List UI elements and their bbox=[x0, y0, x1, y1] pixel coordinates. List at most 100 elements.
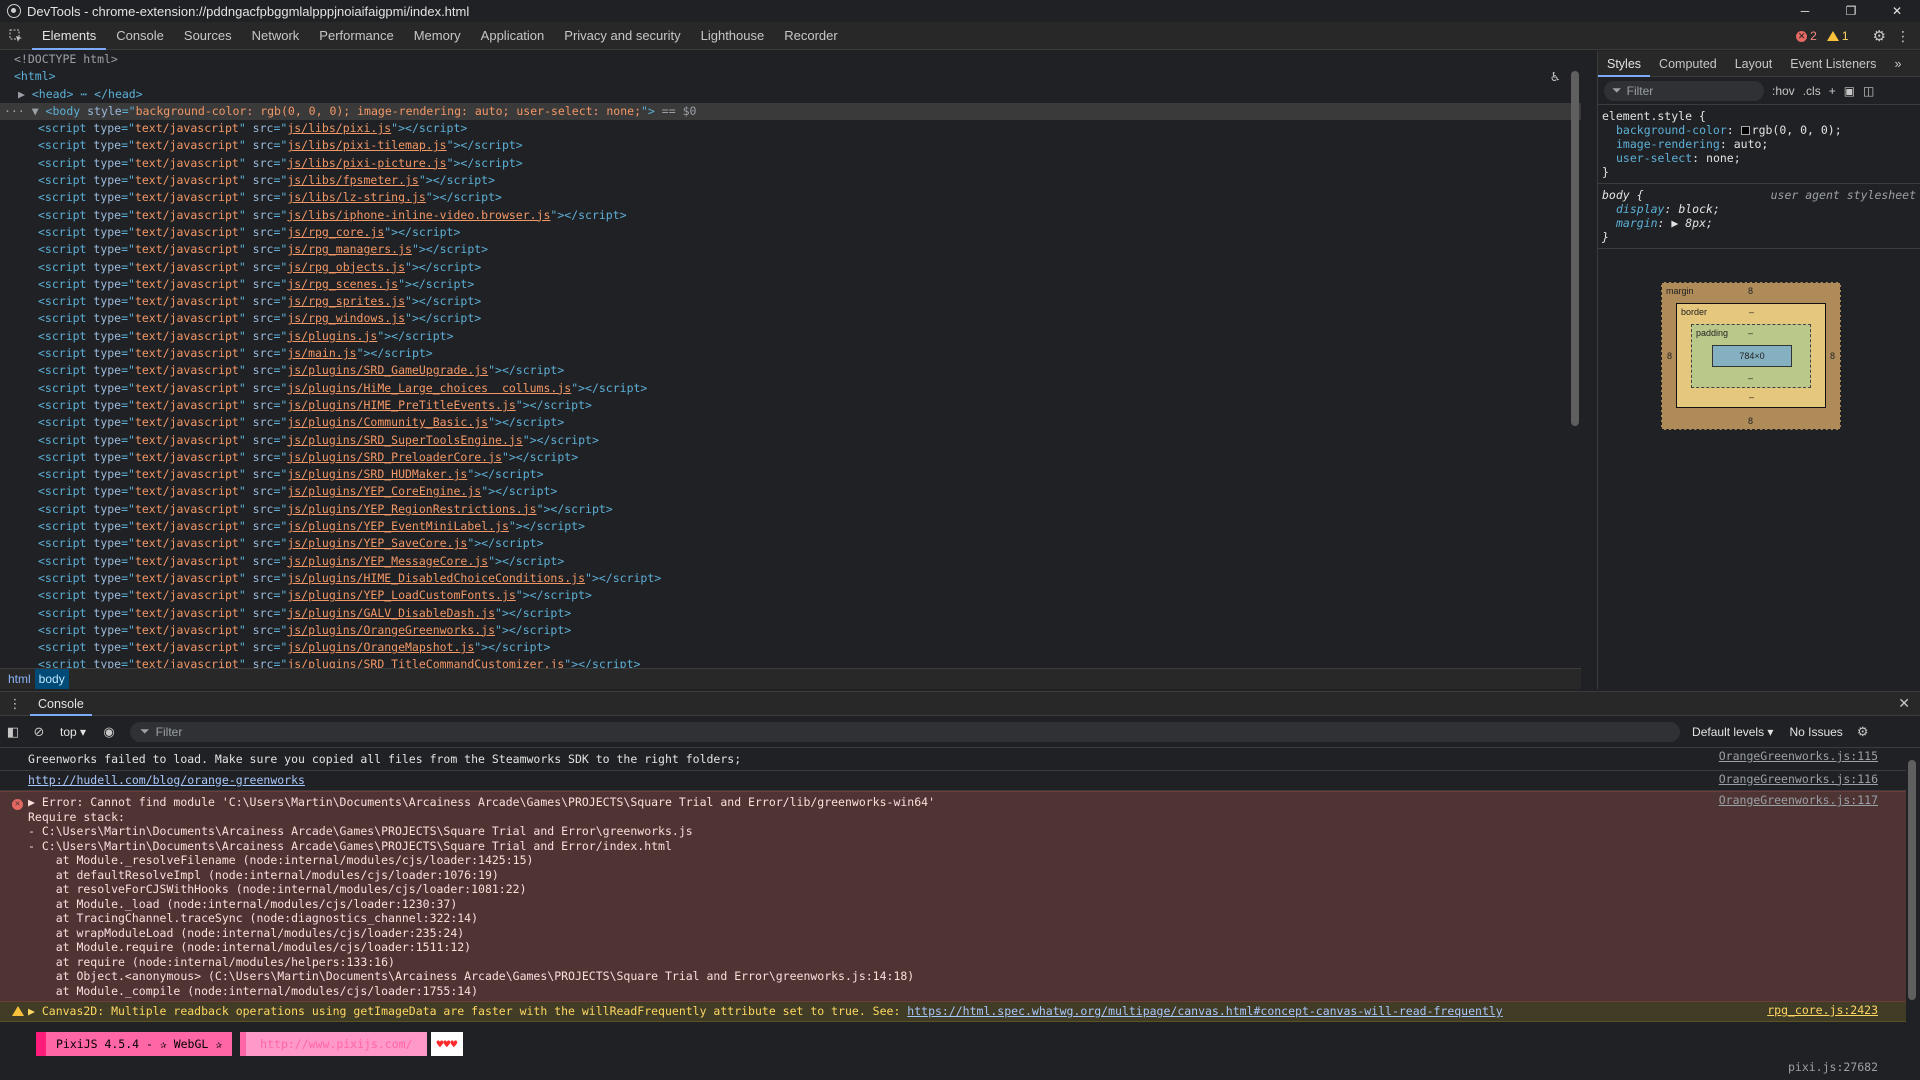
script-src-link[interactable]: js/libs/lz-string.js bbox=[287, 190, 425, 204]
script-node[interactable]: <script type="text/javascript" src="js/l… bbox=[0, 155, 1581, 172]
script-node[interactable]: <script type="text/javascript" src="js/p… bbox=[0, 466, 1581, 483]
paint-icon[interactable]: ▣ bbox=[1844, 84, 1855, 98]
html-node[interactable]: <html> bbox=[0, 68, 1581, 85]
margin-left-value[interactable]: 8 bbox=[1667, 351, 1672, 361]
console-filter-input[interactable]: ⏷ Filter bbox=[130, 721, 1681, 742]
accessibility-tree-icon[interactable]: ♿ bbox=[1551, 69, 1567, 85]
script-node[interactable]: <script type="text/javascript" src="js/p… bbox=[0, 535, 1581, 552]
minimize-button[interactable]: ─ bbox=[1782, 0, 1828, 22]
tab-event-listeners[interactable]: Event Listeners bbox=[1781, 51, 1885, 77]
cls-toggle[interactable]: .cls bbox=[1803, 84, 1821, 98]
doctype-node[interactable]: <!DOCTYPE html> bbox=[0, 51, 1581, 68]
script-node[interactable]: <script type="text/javascript" src="js/p… bbox=[0, 397, 1581, 414]
tab-elements[interactable]: Elements bbox=[32, 22, 107, 50]
margin-bottom-value[interactable]: 8 bbox=[1748, 416, 1753, 426]
style-property[interactable]: user-select: none; bbox=[1602, 151, 1916, 165]
live-expression-eye-icon[interactable]: ◉ bbox=[96, 724, 122, 740]
tab-layout[interactable]: Layout bbox=[1726, 51, 1782, 77]
script-src-link[interactable]: js/plugins/SRD_HUDMaker.js bbox=[287, 467, 467, 481]
console-settings-gear-icon[interactable]: ⚙ bbox=[1857, 724, 1869, 740]
script-src-link[interactable]: js/libs/pixi.js bbox=[287, 121, 391, 135]
message-source-link[interactable]: pixi.js:27682 bbox=[1788, 1060, 1878, 1074]
close-drawer-icon[interactable]: ✕ bbox=[1898, 695, 1910, 712]
border-bottom-value[interactable]: – bbox=[1749, 392, 1754, 402]
breadcrumb-body[interactable]: body bbox=[34, 669, 69, 689]
script-src-link[interactable]: js/plugins/HIME_DisabledChoiceConditions… bbox=[287, 571, 585, 585]
margin-top-value[interactable]: 8 bbox=[1748, 286, 1753, 296]
settings-gear-icon[interactable]: ⚙ bbox=[1873, 27, 1886, 45]
pixi-link[interactable]: http://www.pixijs.com/ bbox=[240, 1031, 427, 1056]
script-src-link[interactable]: js/plugins/YEP_EventMiniLabel.js bbox=[287, 519, 509, 533]
tab-computed[interactable]: Computed bbox=[1650, 51, 1726, 77]
head-node[interactable]: ▶ <head> ⋯ </head> bbox=[0, 86, 1581, 103]
script-src-link[interactable]: js/plugins/OrangeGreenworks.js bbox=[287, 623, 495, 637]
script-src-link[interactable]: js/rpg_windows.js bbox=[287, 311, 405, 325]
context-selector[interactable]: top ▾ bbox=[60, 725, 86, 739]
script-src-link[interactable]: js/libs/pixi-picture.js bbox=[287, 156, 446, 170]
tab-privacy-security[interactable]: Privacy and security bbox=[554, 22, 690, 50]
issues-button[interactable]: No Issues bbox=[1789, 725, 1842, 739]
tab-styles[interactable]: Styles bbox=[1598, 51, 1651, 77]
script-src-link[interactable]: js/rpg_scenes.js bbox=[287, 277, 398, 291]
tab-memory[interactable]: Memory bbox=[404, 22, 471, 50]
script-node[interactable]: <script type="text/javascript" src="js/m… bbox=[0, 345, 1581, 362]
script-node[interactable]: <script type="text/javascript" src="js/p… bbox=[0, 605, 1581, 622]
new-rule-button[interactable]: + bbox=[1829, 84, 1836, 98]
script-src-link[interactable]: js/libs/fpsmeter.js bbox=[287, 173, 419, 187]
script-src-link[interactable]: js/libs/iphone-inline-video.browser.js bbox=[287, 208, 550, 222]
script-src-link[interactable]: js/plugins/GALV_DisableDash.js bbox=[287, 606, 495, 620]
script-src-link[interactable]: js/plugins/YEP_CoreEngine.js bbox=[287, 484, 481, 498]
style-property[interactable]: margin: ▶ 8px; bbox=[1602, 216, 1916, 230]
hudell-link[interactable]: http://hudell.com/blog/orange-greenworks bbox=[28, 773, 305, 787]
script-node[interactable]: <script type="text/javascript" src="js/r… bbox=[0, 224, 1581, 241]
tab-sources[interactable]: Sources bbox=[174, 22, 242, 50]
style-property[interactable]: image-rendering: auto; bbox=[1602, 137, 1916, 151]
script-node[interactable]: <script type="text/javascript" src="js/p… bbox=[0, 639, 1581, 656]
script-node[interactable]: <script type="text/javascript" src="js/r… bbox=[0, 310, 1581, 327]
script-node[interactable]: <script type="text/javascript" src="js/p… bbox=[0, 587, 1581, 604]
log-levels-dropdown[interactable]: Default levels ▾ bbox=[1692, 725, 1773, 739]
message-source-link[interactable]: OrangeGreenworks.js:116 bbox=[1719, 772, 1878, 786]
warning-count-badge[interactable]: 1 bbox=[1826, 29, 1849, 43]
script-src-link[interactable]: js/plugins/YEP_SaveCore.js bbox=[287, 536, 467, 550]
error-count-badge[interactable]: ✕ 2 bbox=[1796, 29, 1817, 43]
body-node[interactable]: ··· ▼ <body style="background-color: rgb… bbox=[0, 102, 1581, 121]
more-tabs-icon[interactable]: » bbox=[1885, 51, 1910, 77]
tab-performance[interactable]: Performance bbox=[309, 22, 403, 50]
box-model-content[interactable]: 784×0 bbox=[1712, 345, 1792, 367]
script-src-link[interactable]: js/plugins/HiMe_Large_choices collums.js bbox=[287, 381, 571, 395]
margin-right-value[interactable]: 8 bbox=[1830, 351, 1835, 361]
tab-recorder[interactable]: Recorder bbox=[774, 22, 847, 50]
script-node[interactable]: <script type="text/javascript" src="js/p… bbox=[0, 328, 1581, 345]
color-swatch-icon[interactable] bbox=[1740, 126, 1750, 135]
script-src-link[interactable]: js/plugins/YEP_MessageCore.js bbox=[287, 554, 488, 568]
script-src-link[interactable]: js/main.js bbox=[287, 346, 356, 360]
script-node[interactable]: <script type="text/javascript" src="js/l… bbox=[0, 120, 1581, 137]
hov-toggle[interactable]: :hov bbox=[1772, 84, 1795, 98]
message-source-link[interactable]: OrangeGreenworks.js:117 bbox=[1719, 793, 1878, 807]
drawer-menu-icon[interactable]: ⋮ bbox=[0, 696, 30, 712]
script-node[interactable]: <script type="text/javascript" src="js/l… bbox=[0, 207, 1581, 224]
script-node[interactable]: <script type="text/javascript" src="js/p… bbox=[0, 656, 1581, 668]
script-src-link[interactable]: js/plugins/YEP_RegionRestrictions.js bbox=[287, 502, 536, 516]
tab-application[interactable]: Application bbox=[471, 22, 555, 50]
clear-console-icon[interactable]: ⊘ bbox=[26, 724, 52, 740]
padding-bottom-value[interactable]: – bbox=[1748, 373, 1753, 383]
script-node[interactable]: <script type="text/javascript" src="js/r… bbox=[0, 241, 1581, 258]
breadcrumb-html[interactable]: html bbox=[4, 669, 35, 689]
script-node[interactable]: <script type="text/javascript" src="js/p… bbox=[0, 362, 1581, 379]
style-property[interactable]: display: block; bbox=[1602, 202, 1916, 216]
script-node[interactable]: <script type="text/javascript" src="js/r… bbox=[0, 259, 1581, 276]
script-src-link[interactable]: js/rpg_sprites.js bbox=[287, 294, 405, 308]
sidebar-toggle-icon[interactable]: ◧ bbox=[0, 724, 26, 740]
script-src-link[interactable]: js/plugins/HIME_PreTitleEvents.js bbox=[287, 398, 515, 412]
tab-network[interactable]: Network bbox=[242, 22, 310, 50]
message-source-link[interactable]: rpg_core.js:2423 bbox=[1767, 1003, 1878, 1017]
script-src-link[interactable]: js/plugins/OrangeMapshot.js bbox=[287, 640, 474, 654]
tab-lighthouse[interactable]: Lighthouse bbox=[691, 22, 775, 50]
padding-value[interactable]: – bbox=[1748, 328, 1753, 338]
script-src-link[interactable]: js/plugins/SRD_SuperToolsEngine.js bbox=[287, 433, 522, 447]
script-src-link[interactable]: js/plugins/YEP_LoadCustomFonts.js bbox=[287, 588, 515, 602]
more-options-icon[interactable]: ⋮ bbox=[1896, 28, 1910, 45]
message-source-link[interactable]: OrangeGreenworks.js:115 bbox=[1719, 749, 1878, 763]
